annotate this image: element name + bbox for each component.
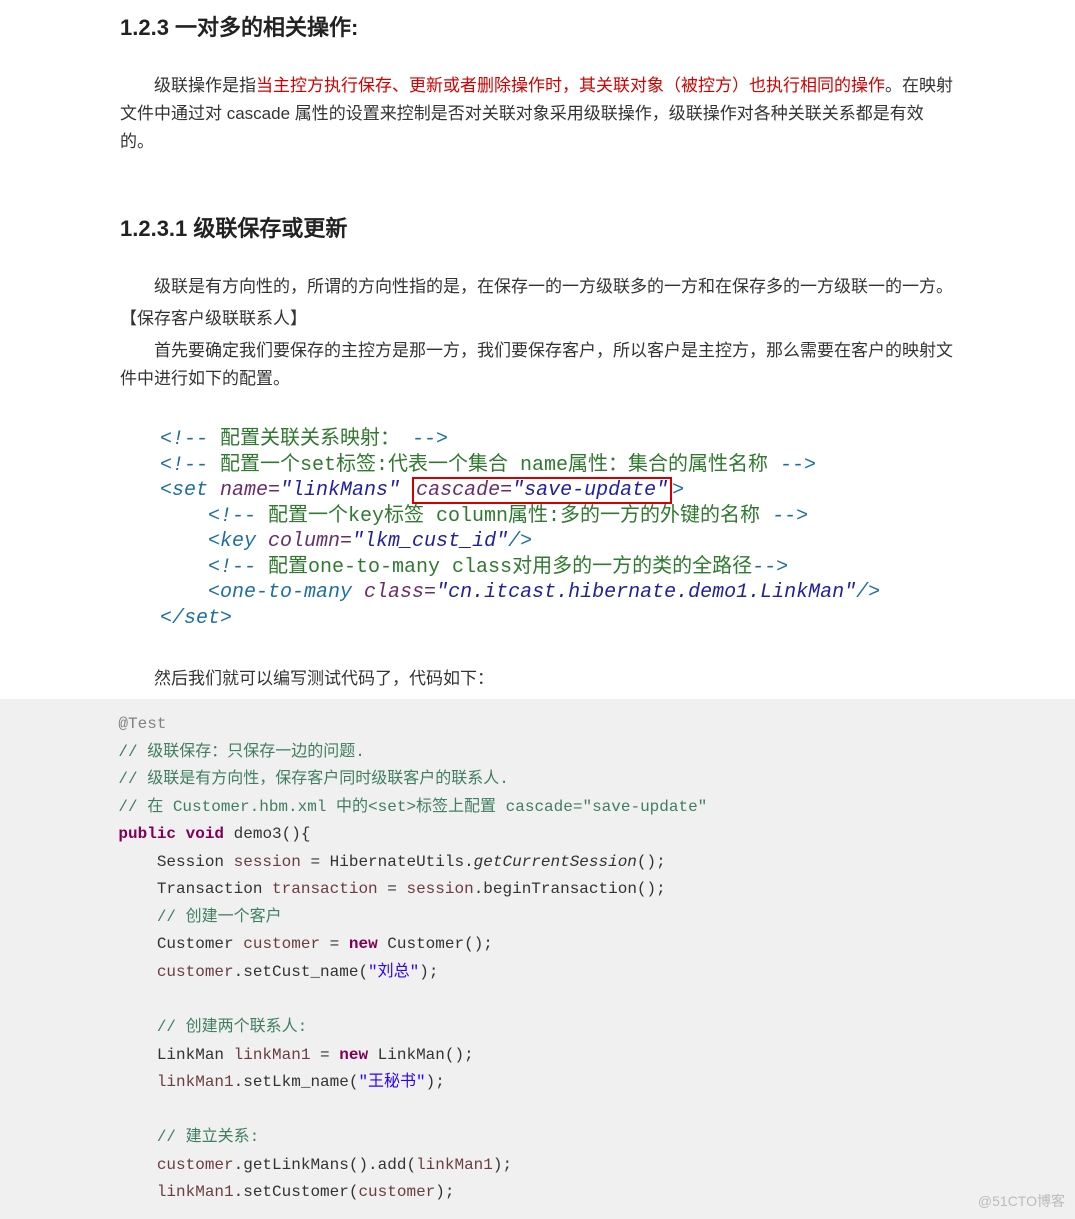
class-value: "cn.itcast.hibernate.demo1.LinkMan": [436, 581, 856, 604]
xml-comment: 配置一个key标签 column属性:多的一方的外键的名称: [268, 505, 760, 528]
text: =: [310, 1046, 339, 1064]
xml-comment: 配置one-to-many class对用多的一方的类的全路径: [268, 556, 752, 579]
highlight-text: 当主控方执行保存、更新或者删除操作时，其关联对象（被控方）也执行相同的操作: [256, 76, 885, 95]
var-customer: customer: [157, 963, 234, 981]
self-close: />: [508, 530, 532, 553]
text: Session: [157, 853, 234, 871]
java-code-block: @Test // 级联保存：只保存一边的问题. // 级联是有方向性，保存客户同…: [0, 699, 1075, 1218]
cascade-highlight-box: cascade="save-update": [412, 477, 672, 504]
xml-comment-delim: -->: [400, 428, 448, 451]
paragraph-3: 首先要确定我们要保存的主控方是那一方，我们要保存客户，所以客户是主控方，那么需要…: [120, 337, 955, 393]
text: = HibernateUtils.: [301, 853, 474, 871]
paragraph-2: 级联是有方向性的，所谓的方向性指的是，在保存一的一方级联多的一方和在保存多的一方…: [120, 273, 955, 301]
text: =: [378, 880, 407, 898]
text: 级联操作是指: [154, 76, 256, 95]
section-heading-1: 1.2.3 一对多的相关操作:: [120, 10, 955, 42]
set-tag-close: </set>: [160, 607, 232, 630]
var-customer: customer: [243, 935, 320, 953]
var-linkman1: linkMan1: [416, 1156, 493, 1174]
one-to-many-tag: <one-to-many: [208, 581, 352, 604]
name-attr: name=: [208, 479, 280, 502]
var-customer: customer: [358, 1183, 435, 1201]
column-attr: column=: [256, 530, 352, 553]
article-content: 1.2.3 一对多的相关操作: 级联操作是指当主控方执行保存、更新或者删除操作时…: [0, 0, 1075, 693]
xml-comment-delim: -->: [760, 505, 808, 528]
text: );: [419, 963, 438, 981]
keyword-public: public: [118, 825, 176, 843]
string-literal: "王秘书": [358, 1073, 425, 1091]
section-heading-2: 1.2.3.1 级联保存或更新: [120, 211, 955, 243]
xml-comment: 配置一个set标签:代表一个集合 name属性：集合的属性名称: [220, 454, 768, 477]
java-comment: // 创建一个客户: [157, 908, 282, 926]
text: Customer();: [378, 935, 493, 953]
text: );: [493, 1156, 512, 1174]
var-customer: customer: [157, 1156, 234, 1174]
text: .setLkm_name(: [234, 1073, 359, 1091]
var-linkman1: linkMan1: [157, 1073, 234, 1091]
text: .setCustomer(: [234, 1183, 359, 1201]
static-call: getCurrentSession: [474, 853, 637, 871]
xml-comment-delim: <!--: [160, 428, 220, 451]
java-comment: // 在 Customer.hbm.xml 中的<set>标签上配置 casca…: [118, 798, 707, 816]
bracket-heading: 【保存客户级联联系人】: [120, 305, 955, 333]
string-literal: "刘总": [368, 963, 419, 981]
xml-comment-delim: <!--: [208, 505, 268, 528]
java-comment: // 级联是有方向性，保存客户同时级联客户的联系人.: [118, 770, 508, 788]
page: 1.2.3 一对多的相关操作: 级联操作是指当主控方执行保存、更新或者删除操作时…: [0, 0, 1075, 1219]
xml-mapping-snippet: <!-- 配置关联关系映射： --> <!-- 配置一个set标签:代表一个集合…: [160, 401, 955, 657]
key-tag: <key: [208, 530, 256, 553]
column-value: "lkm_cust_id": [352, 530, 508, 553]
xml-comment-delim: <!--: [160, 454, 220, 477]
var-linkman1: linkMan1: [234, 1046, 311, 1064]
text: .getLinkMans().add(: [234, 1156, 416, 1174]
java-comment: // 级联保存：只保存一边的问题.: [118, 743, 364, 761]
text: .beginTransaction();: [474, 880, 666, 898]
var-session: session: [234, 853, 301, 871]
text: LinkMan: [157, 1046, 234, 1064]
xml-comment-delim: -->: [768, 454, 816, 477]
annotation: @Test: [118, 715, 166, 733]
self-close: />: [856, 581, 880, 604]
paragraph-4: 然后我们就可以编写测试代码了，代码如下：: [120, 665, 955, 693]
text: Transaction: [157, 880, 272, 898]
var-transaction: transaction: [272, 880, 378, 898]
method-sig: demo3(){: [224, 825, 310, 843]
text: Customer: [157, 935, 243, 953]
keyword-new: new: [349, 935, 378, 953]
watermark: @51CTO博客: [978, 1191, 1065, 1211]
text: ();: [637, 853, 666, 871]
text: .setCust_name(: [234, 963, 368, 981]
text: LinkMan();: [368, 1046, 474, 1064]
set-tag-open: <set: [160, 479, 208, 502]
tag-close: >: [672, 479, 684, 502]
xml-comment-delim: -->: [752, 556, 788, 579]
var-session: session: [406, 880, 473, 898]
keyword-new: new: [339, 1046, 368, 1064]
text: );: [426, 1073, 445, 1091]
name-value: "linkMans": [280, 479, 400, 502]
java-comment: // 创建两个联系人:: [157, 1018, 307, 1036]
paragraph-1: 级联操作是指当主控方执行保存、更新或者删除操作时，其关联对象（被控方）也执行相同…: [120, 72, 955, 156]
xml-comment-delim: <!--: [208, 556, 268, 579]
cascade-value: "save-update": [512, 479, 668, 502]
keyword-void: void: [186, 825, 224, 843]
text: =: [320, 935, 349, 953]
cascade-attr: cascade=: [416, 479, 512, 502]
xml-comment: 配置关联关系映射：: [220, 428, 400, 451]
java-comment: // 建立关系:: [157, 1128, 259, 1146]
var-linkman1: linkMan1: [157, 1183, 234, 1201]
text: );: [435, 1183, 454, 1201]
class-attr: class=: [352, 581, 436, 604]
